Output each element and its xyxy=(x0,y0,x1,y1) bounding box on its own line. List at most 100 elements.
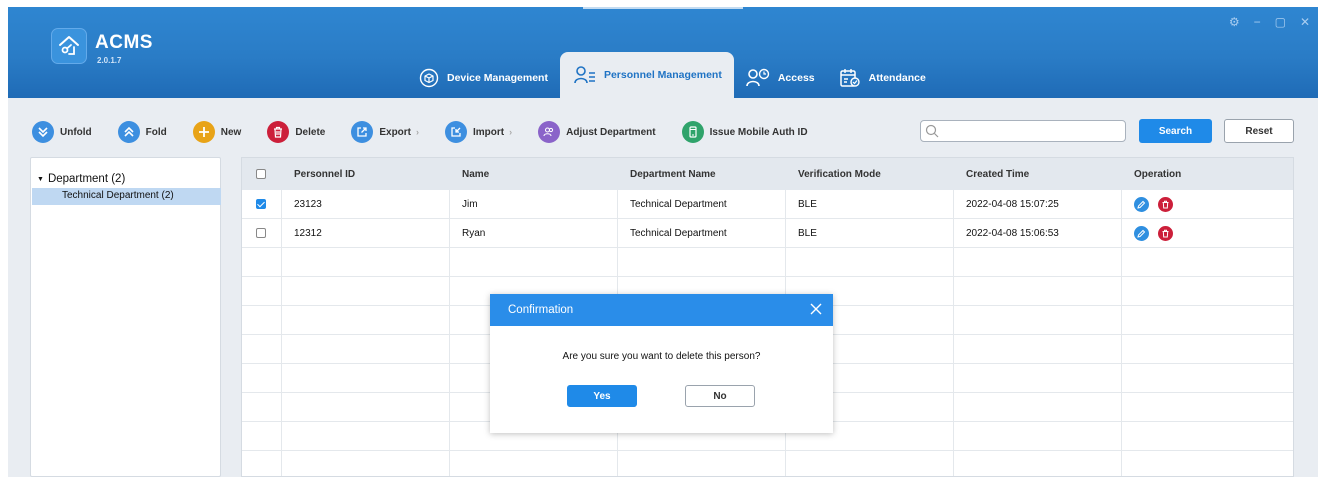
tab-access[interactable]: Access xyxy=(734,58,827,98)
verification-mode-cell: BLE xyxy=(786,219,954,247)
personnel-id-cell: 23123 xyxy=(282,190,450,218)
operation-cell xyxy=(1122,219,1293,247)
empty-row xyxy=(242,248,1293,277)
app-window: ⚙ − ▢ ✕ ACMS 2.0.1.7 Device Management P… xyxy=(0,0,1318,477)
name-cell: Ryan xyxy=(450,219,618,247)
chevron-right-icon: › xyxy=(416,127,420,137)
chevrons-up-icon xyxy=(117,121,140,143)
plus-icon xyxy=(192,121,215,143)
name-cell: Jim xyxy=(450,190,618,218)
import-label: Import xyxy=(473,126,505,138)
trash-icon xyxy=(267,121,290,143)
dialog-message: Are you sure you want to delete this per… xyxy=(562,351,761,362)
personnel-list-icon xyxy=(574,66,595,84)
app-version: 2.0.1.7 xyxy=(97,56,122,65)
column-header[interactable]: Personnel ID xyxy=(282,158,450,190)
delete-row-icon[interactable] xyxy=(1158,225,1173,241)
no-button[interactable]: No xyxy=(685,385,755,407)
tree-node-department[interactable]: ▼ Department (2) xyxy=(37,173,125,185)
unfold-button[interactable]: Unfold xyxy=(32,121,92,143)
import-button[interactable]: Import › xyxy=(445,121,512,143)
verification-mode-cell: BLE xyxy=(786,190,954,218)
department-cell: Technical Department xyxy=(618,219,786,247)
app-logo xyxy=(51,28,87,64)
search-button[interactable]: Search xyxy=(1139,119,1212,143)
import-icon xyxy=(445,121,468,143)
tab-attendance[interactable]: Attendance xyxy=(827,58,938,98)
dialog-title: Confirmation xyxy=(508,304,574,316)
fold-button[interactable]: Fold xyxy=(117,121,167,143)
minimize-icon[interactable]: − xyxy=(1254,15,1261,29)
title-strip xyxy=(583,7,743,9)
reset-button[interactable]: Reset xyxy=(1224,119,1294,143)
department-cell: Technical Department xyxy=(618,190,786,218)
export-button[interactable]: Export › xyxy=(351,121,419,143)
row-select-cell xyxy=(242,219,282,247)
calendar-check-icon xyxy=(839,69,860,87)
chevrons-down-icon xyxy=(32,121,54,143)
unfold-label: Unfold xyxy=(60,126,92,138)
column-header[interactable]: Verification Mode xyxy=(786,158,954,190)
window-controls: ⚙ − ▢ ✕ xyxy=(1229,15,1310,29)
dialog-header: Confirmation xyxy=(490,294,833,326)
fold-label: Fold xyxy=(145,126,167,138)
search-icon xyxy=(925,124,939,138)
search-field[interactable] xyxy=(920,120,1126,142)
empty-row xyxy=(242,451,1293,476)
settings-icon[interactable]: ⚙ xyxy=(1229,15,1240,29)
column-header[interactable]: Created Time xyxy=(954,158,1122,190)
tab-label: Access xyxy=(777,72,815,84)
confirmation-dialog: Confirmation Are you sure you want to de… xyxy=(490,294,833,433)
department-tree: ▼ Department (2) Technical Department (2… xyxy=(30,157,221,477)
maximize-icon[interactable]: ▢ xyxy=(1275,15,1286,29)
column-header: Operation xyxy=(1134,168,1182,180)
access-person-clock-icon xyxy=(746,68,770,87)
export-label: Export xyxy=(379,126,412,138)
issue-mobile-auth-button[interactable]: Issue Mobile Auth ID xyxy=(681,121,808,143)
chevron-right-icon: › xyxy=(509,127,513,137)
new-label: New xyxy=(220,126,242,138)
adjust-department-button[interactable]: Adjust Department xyxy=(538,121,656,143)
tab-label: Attendance xyxy=(868,72,926,84)
column-header[interactable]: Department Name xyxy=(618,158,786,190)
select-all-checkbox[interactable] xyxy=(256,169,266,179)
tab-personnel-management[interactable]: Personnel Management xyxy=(559,52,734,98)
table-row[interactable]: 12312 Ryan Technical Department BLE 2022… xyxy=(242,219,1293,248)
edit-icon[interactable] xyxy=(1134,196,1149,212)
home-key-icon xyxy=(59,36,79,55)
column-header[interactable]: Name xyxy=(450,158,618,190)
close-icon[interactable] xyxy=(809,302,823,316)
main-nav: Device Management Personnel Management A… xyxy=(407,52,938,98)
delete-label: Delete xyxy=(295,126,326,138)
created-time-cell: 2022-04-08 15:06:53 xyxy=(954,219,1122,247)
header-select-cell xyxy=(242,158,282,190)
yes-button[interactable]: Yes xyxy=(567,385,637,407)
new-button[interactable]: New xyxy=(192,121,242,143)
delete-row-icon[interactable] xyxy=(1158,196,1173,212)
tab-device-management[interactable]: Device Management xyxy=(407,58,560,98)
table-header: Personnel ID Name Department Name Verifi… xyxy=(242,158,1293,190)
operation-cell xyxy=(1122,190,1293,218)
tree-node-technical-department[interactable]: Technical Department (2) xyxy=(32,188,221,205)
adjust-department-label: Adjust Department xyxy=(566,126,656,138)
created-time-cell: 2022-04-08 15:07:25 xyxy=(954,190,1122,218)
search-input[interactable] xyxy=(943,123,1123,139)
close-window-icon[interactable]: ✕ xyxy=(1300,15,1310,29)
main-frame: ⚙ − ▢ ✕ ACMS 2.0.1.7 Device Management P… xyxy=(8,7,1318,477)
tab-label: Personnel Management xyxy=(603,69,722,81)
row-checkbox[interactable] xyxy=(256,228,266,238)
users-icon xyxy=(538,121,561,143)
caret-down-icon[interactable]: ▼ xyxy=(37,176,44,183)
row-select-cell xyxy=(242,190,282,218)
app-header: ⚙ − ▢ ✕ ACMS 2.0.1.7 Device Management P… xyxy=(8,7,1318,98)
device-box-icon xyxy=(419,68,439,88)
delete-button[interactable]: Delete xyxy=(267,121,325,143)
personnel-id-cell: 12312 xyxy=(282,219,450,247)
edit-icon[interactable] xyxy=(1134,225,1149,241)
action-toolbar: Unfold Fold New Delete Export › Import ›… xyxy=(32,120,834,144)
issue-mobile-auth-label: Issue Mobile Auth ID xyxy=(709,126,808,138)
mobile-phone-icon xyxy=(681,121,704,143)
table-row[interactable]: 23123 Jim Technical Department BLE 2022-… xyxy=(242,190,1293,219)
export-icon xyxy=(351,121,374,143)
row-checkbox[interactable] xyxy=(256,199,266,209)
